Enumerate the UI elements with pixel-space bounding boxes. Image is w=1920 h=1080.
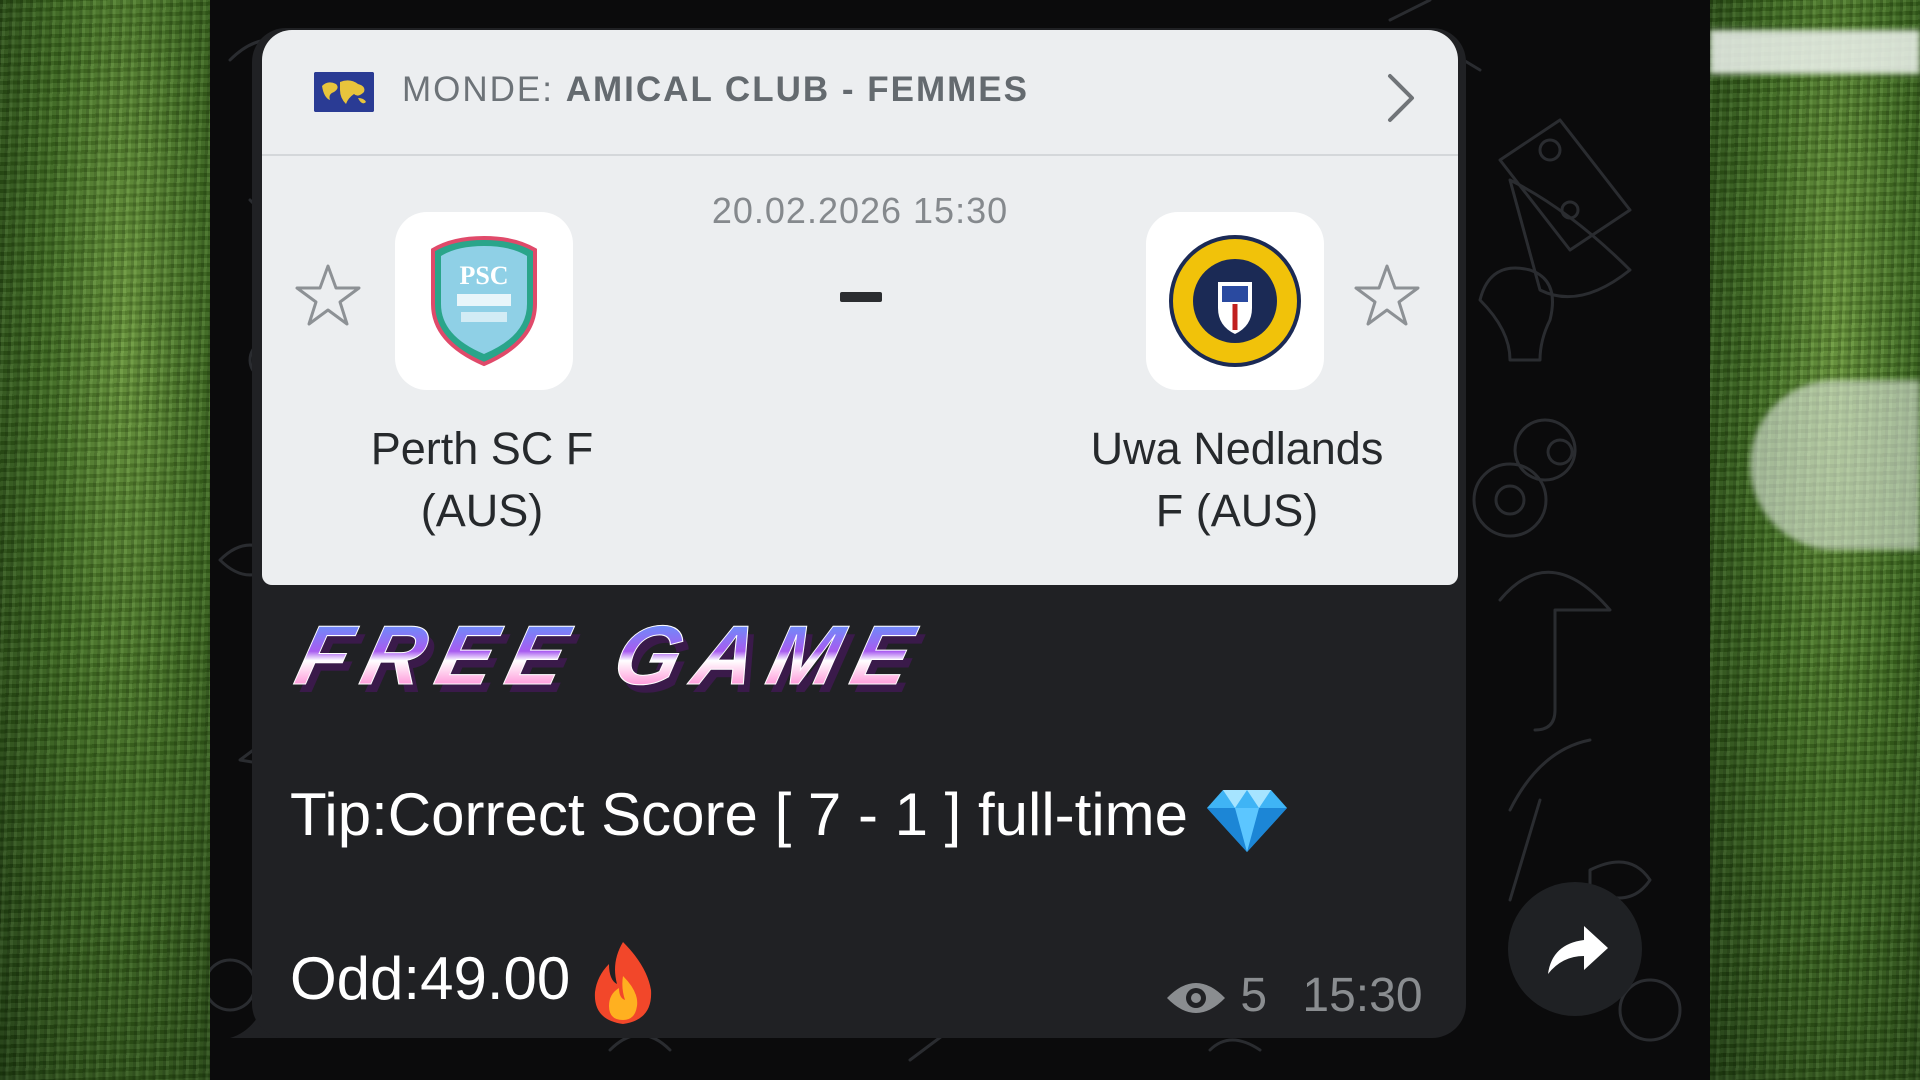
league-prefix: MONDE:: [402, 70, 554, 109]
away-team-logo[interactable]: [1146, 212, 1324, 390]
score-separator: [840, 292, 882, 302]
message-meta: 5 15:30: [1165, 968, 1423, 1023]
away-team-name: Uwa Nedlands F (AUS): [1047, 418, 1427, 542]
home-team-name-line1: Perth SC F: [370, 423, 594, 474]
match-preview-card[interactable]: MONDE: AMICAL CLUB - FEMMES 20.02.2026 1…: [262, 30, 1458, 585]
svg-text:PSC: PSC: [459, 261, 508, 290]
world-flag-icon: [314, 72, 374, 112]
gem-emoji: [1206, 790, 1287, 853]
odd-line: Odd:49.00: [290, 940, 659, 1026]
league-title: MONDE: AMICAL CLUB - FEMMES: [402, 70, 1029, 110]
free-game-banner: FREE GAME FREE GAME: [290, 612, 942, 711]
odd-text: Odd:49.00: [290, 944, 571, 1012]
away-team-name-line1: Uwa Nedlands: [1090, 423, 1384, 474]
free-game-text: FREE GAME: [290, 612, 936, 703]
tip-text: Tip:Correct Score [ 7 - 1 ] full-time: [290, 781, 1189, 848]
views-count: 5: [1240, 969, 1268, 1022]
fire-emoji: [594, 942, 652, 1024]
uwa-nedlands-crest-icon: [1169, 235, 1301, 367]
message-time: 15:30: [1302, 969, 1423, 1022]
home-team-logo[interactable]: PSC: [395, 212, 573, 390]
tip-line: Tip:Correct Score [ 7 - 1 ] full-time: [290, 780, 1289, 854]
grass-background-left: [0, 0, 210, 1080]
home-team-name: Perth SC F (AUS): [312, 418, 652, 542]
league-header[interactable]: MONDE: AMICAL CLUB - FEMMES: [262, 30, 1458, 156]
league-name: AMICAL CLUB - FEMMES: [565, 70, 1029, 109]
share-arrow-icon: [1548, 926, 1608, 974]
psc-crest-icon: PSC: [431, 235, 537, 367]
favorite-star-icon-away[interactable]: [1352, 260, 1422, 330]
chevron-right-icon[interactable]: [1380, 70, 1420, 126]
favorite-star-icon-home[interactable]: [293, 260, 363, 330]
away-team-name-line2: F (AUS): [1155, 485, 1319, 536]
home-team-name-line2: (AUS): [420, 485, 544, 536]
share-button[interactable]: [1508, 882, 1642, 1016]
grass-background-right: [1710, 0, 1920, 1080]
eye-icon: [1167, 983, 1225, 1014]
